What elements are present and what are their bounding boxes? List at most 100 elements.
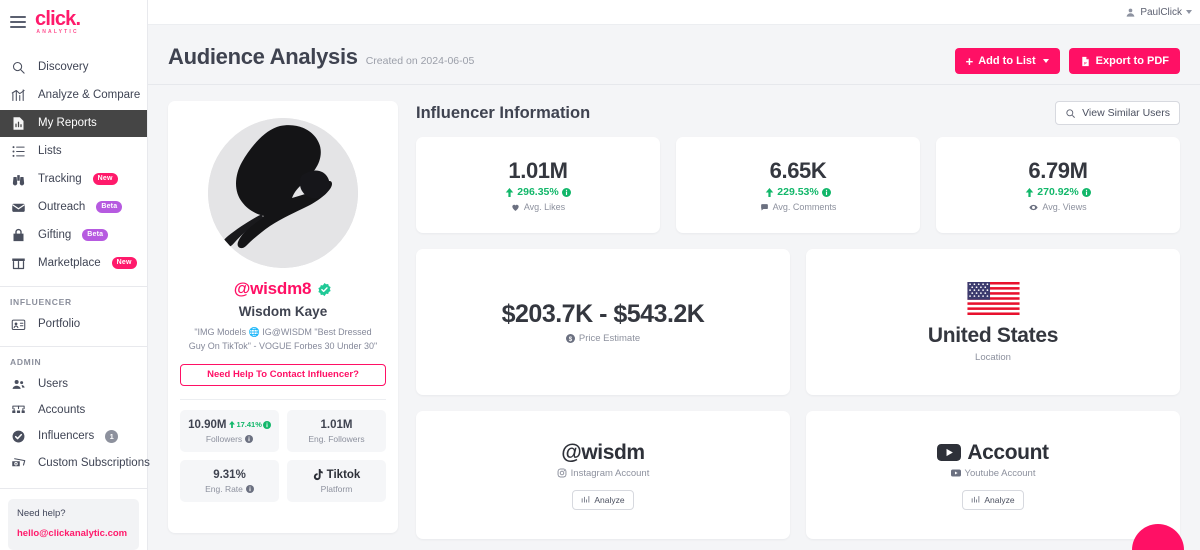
- envelope-icon: [10, 199, 27, 216]
- arrow-up-icon: [766, 187, 774, 197]
- youtube-account-value: Account: [967, 440, 1049, 464]
- binoculars-icon: [10, 171, 27, 188]
- kpi-delta: 270.92%: [1037, 186, 1079, 198]
- users-icon: [10, 376, 27, 393]
- add-to-list-button[interactable]: + Add to List: [954, 48, 1060, 74]
- sidebar-item-marketplace[interactable]: Marketplace New: [0, 250, 147, 277]
- profile-stats-grid: 10.90M 17.41% Followers 1.01M Eng. Follo…: [180, 409, 386, 502]
- sidebar-badge-count: 1: [105, 429, 119, 443]
- analyze-youtube-button[interactable]: Analyze: [962, 489, 1024, 510]
- kpi-label: Avg. Likes: [523, 202, 566, 212]
- sidebar-item-label: Influencers: [38, 430, 95, 443]
- info-icon[interactable]: [245, 484, 254, 493]
- analyze-instagram-button[interactable]: Analyze: [572, 489, 634, 510]
- heart-icon: [512, 204, 519, 211]
- sidebar-item-custom-subscriptions[interactable]: Custom Subscriptions: [0, 450, 150, 475]
- us-flag-icon: [966, 281, 1020, 315]
- influencer-name: Wisdom Kaye: [238, 304, 328, 319]
- page: Audience Analysis Created on 2024-06-05 …: [148, 25, 1200, 550]
- analyze-label: Analyze: [984, 494, 1015, 505]
- user-avatar-icon: [1126, 8, 1135, 17]
- info-icon[interactable]: [1081, 187, 1091, 197]
- info-icon[interactable]: [821, 187, 831, 197]
- sidebar-item-influencers[interactable]: Influencers 1: [0, 424, 147, 449]
- chevron-down-icon: [1042, 59, 1049, 63]
- comment-icon: [760, 203, 768, 210]
- list-icon: [10, 143, 27, 160]
- eye-icon: [1029, 204, 1039, 210]
- kpi-card-avg-likes: 1.01M 296.35% Avg. Likes: [416, 137, 660, 233]
- sidebar-item-outreach[interactable]: Outreach Beta: [0, 194, 147, 221]
- kpi-card-avg-views: 6.79M 270.92% Avg. Views: [936, 137, 1180, 233]
- org-chart-icon: [10, 402, 27, 419]
- chart-icon: [972, 496, 980, 503]
- primary-nav: Discovery Analyze & Compare My Reports L…: [0, 44, 147, 278]
- youtube-account-card: Account Youtube Account Analyze: [806, 411, 1180, 539]
- arrow-up-icon: [506, 187, 514, 197]
- youtube-icon: [937, 444, 962, 461]
- sidebar-item-label: Accounts: [38, 404, 86, 417]
- user-menu[interactable]: PaulClick: [1125, 7, 1192, 18]
- sidebar-item-label: Portfolio: [38, 318, 81, 331]
- pdf-file-icon: P: [1081, 56, 1089, 66]
- kpi-card-avg-comments: 6.65K 229.53% Avg. Comments: [676, 137, 920, 233]
- stat-label: Followers: [205, 433, 243, 444]
- avatar-photo: [208, 118, 358, 268]
- info-icon[interactable]: [561, 187, 571, 197]
- influencer-profile-card: @wisdm8 Wisdom Kaye "IMG Models 🌐 IG@WIS…: [168, 101, 398, 533]
- brand-logo[interactable]: click. ANALYTIC: [35, 9, 81, 35]
- storefront-icon: [10, 255, 27, 272]
- contact-influencer-button[interactable]: Need Help To Contact Influencer?: [180, 363, 386, 386]
- kpi-label: Avg. Comments: [772, 202, 837, 212]
- arrow-up-icon: [229, 421, 236, 429]
- add-to-list-label: Add to List: [978, 55, 1036, 67]
- help-email-link[interactable]: hello@clickanalytic.com: [17, 528, 130, 539]
- kpi-label-row: Avg. Comments: [760, 202, 837, 212]
- sidebar-item-label: My Reports: [38, 117, 97, 130]
- export-to-pdf-label: Export to PDF: [1095, 55, 1169, 67]
- stat-value: 1.01M: [320, 418, 353, 431]
- sidebar-item-users[interactable]: Users: [0, 372, 147, 397]
- sidebar-badge: New: [92, 173, 118, 185]
- hamburger-menu-icon[interactable]: [10, 15, 26, 28]
- stat-value: Tiktok: [326, 468, 361, 481]
- help-box: Need help? hello@clickanalytic.com: [8, 499, 139, 550]
- kpi-delta-row: 229.53%: [765, 186, 831, 198]
- tiktok-icon: [313, 468, 323, 480]
- stat-label-row: Eng. Rate: [184, 484, 275, 494]
- stat-label: Eng. Followers: [308, 433, 365, 444]
- sidebar-item-label: Gifting: [38, 229, 72, 242]
- view-similar-users-button[interactable]: View Similar Users: [1055, 101, 1180, 125]
- price-estimate-value: $203.7K - $543.2K: [501, 300, 705, 328]
- sidebar-item-label: Discovery: [38, 61, 89, 74]
- gift-bag-icon: [10, 227, 27, 244]
- sidebar-item-gifting[interactable]: Gifting Beta: [0, 222, 147, 249]
- kpi-delta: 296.35%: [517, 186, 559, 198]
- sidebar-header: click. ANALYTIC: [0, 0, 147, 44]
- sidebar-item-portfolio[interactable]: Portfolio: [0, 312, 147, 337]
- export-to-pdf-button[interactable]: P Export to PDF: [1068, 48, 1180, 74]
- sidebar-item-discovery[interactable]: Discovery: [0, 54, 147, 81]
- stat-label-row: Followers: [184, 434, 275, 444]
- sidebar-item-tracking[interactable]: Tracking New: [0, 166, 147, 193]
- sidebar-item-analyze-compare[interactable]: Analyze & Compare: [0, 82, 147, 109]
- sidebar-item-label: Outreach: [38, 201, 86, 214]
- price-estimate-label: Price Estimate: [578, 333, 641, 344]
- handle-row: @wisdm8: [180, 279, 386, 299]
- sidebar-item-lists[interactable]: Lists: [0, 138, 147, 165]
- right-pane: PaulClick Audience Analysis Created on 2…: [148, 0, 1200, 550]
- info-icon[interactable]: [245, 434, 254, 443]
- kpi-label-row: Avg. Views: [1029, 202, 1087, 212]
- page-title: Audience Analysis: [168, 44, 358, 69]
- section-title: Influencer Information: [416, 103, 591, 122]
- influencer-handle: @wisdm8: [233, 279, 312, 298]
- sidebar-item-accounts[interactable]: Accounts: [0, 398, 147, 423]
- sidebar-badge: Beta: [96, 201, 123, 213]
- location-card: United States Location: [806, 249, 1180, 395]
- price-estimate-label-row: $ Price Estimate: [565, 333, 641, 344]
- sidebar: click. ANALYTIC Discovery Analyze & Comp…: [0, 0, 150, 550]
- sidebar-divider: [0, 488, 147, 490]
- help-title: Need help?: [17, 508, 66, 520]
- report-icon: [10, 115, 27, 132]
- sidebar-item-my-reports[interactable]: My Reports: [0, 109, 147, 137]
